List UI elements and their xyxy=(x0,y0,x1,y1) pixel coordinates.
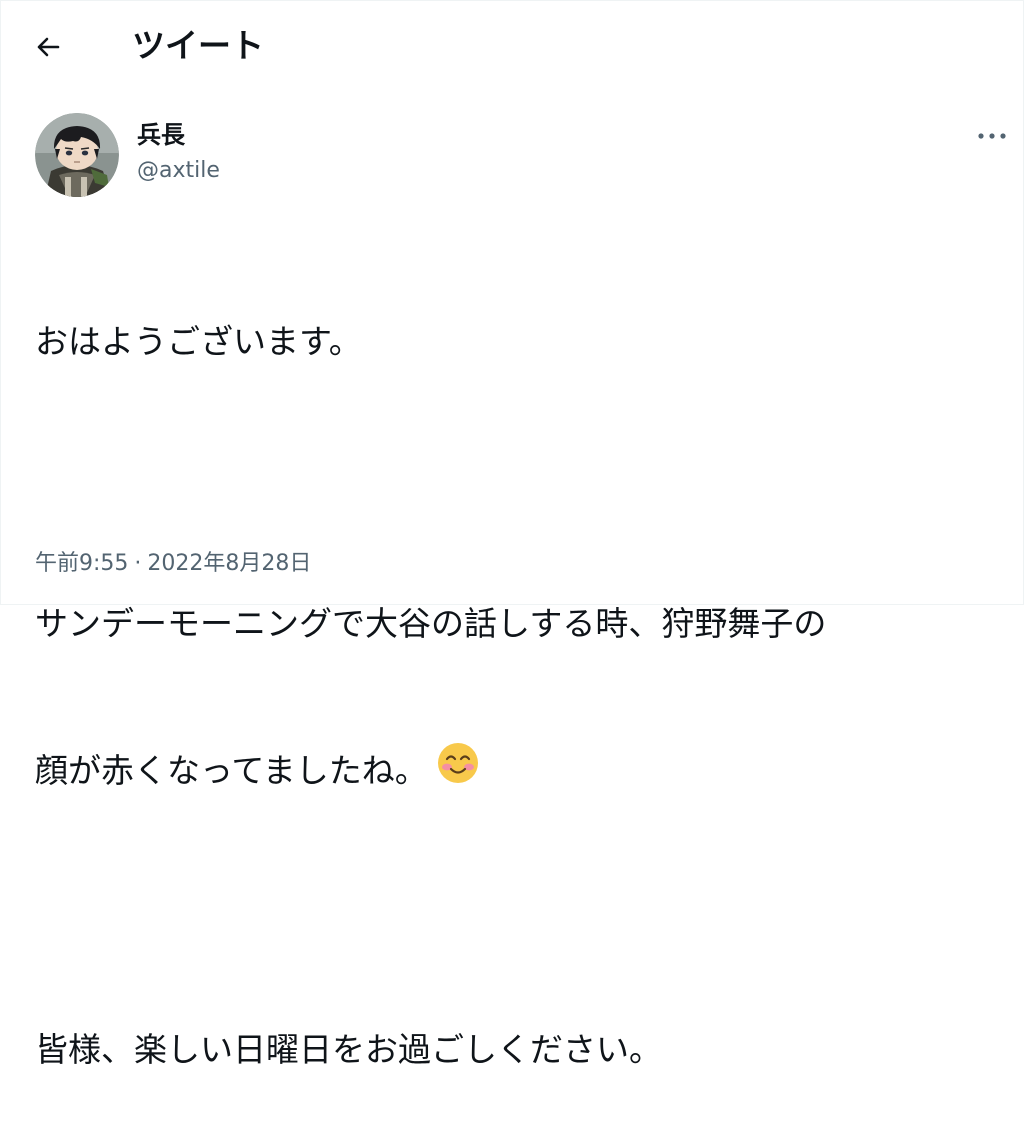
page-title: ツイート xyxy=(132,26,264,65)
page-header: ツイート xyxy=(0,0,1024,92)
tweet-line: 皆様、楽しい日曜日をお過ごしください。 xyxy=(35,1030,662,1069)
tweet-line: 顔が赤くなってましたね。 xyxy=(35,751,428,790)
tweet-timestamp: 午前9:55 · 2022年8月28日 xyxy=(35,549,311,579)
arrow-left-icon xyxy=(37,37,60,57)
meta-separator: · xyxy=(134,551,142,576)
tweet-date[interactable]: 2022年8月28日 xyxy=(147,551,311,576)
blushing-smile-emoji xyxy=(436,741,480,798)
author-handle[interactable]: @axtile xyxy=(137,157,220,185)
more-options-button[interactable] xyxy=(972,120,1012,152)
back-button[interactable] xyxy=(22,24,74,70)
ellipsis-icon xyxy=(978,133,1006,139)
tweet-line-with-emoji: 顔が赤くなってましたね。 xyxy=(35,743,1010,792)
tweet-text: おはようございます。 サンデーモーニングで大谷の話しする時、狩野舞子の 顔が赤く… xyxy=(35,222,1010,1122)
tweet-line: おはようございます。 xyxy=(35,322,362,361)
avatar[interactable] xyxy=(35,113,119,197)
author-name[interactable]: 兵長 xyxy=(137,120,185,150)
tweet-line: サンデーモーニングで大谷の話しする時、狩野舞子の xyxy=(35,604,827,643)
tweet-time[interactable]: 午前9:55 xyxy=(35,551,128,576)
avatar-figure-icon xyxy=(35,113,119,197)
